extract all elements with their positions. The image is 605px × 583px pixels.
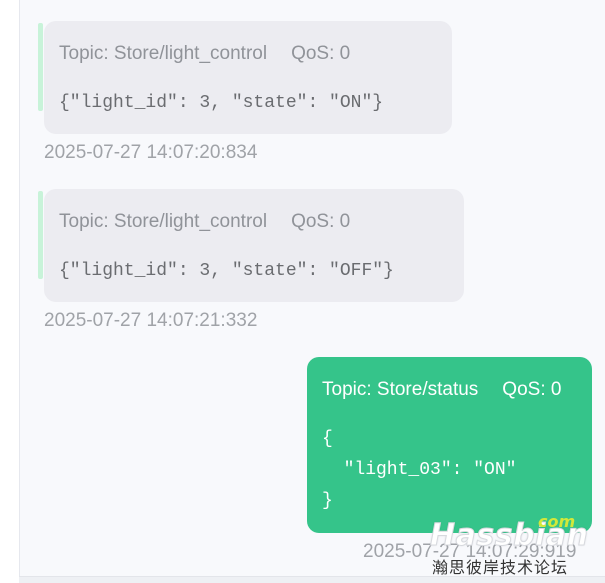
message-payload: { "light_03": "ON" }	[322, 429, 517, 511]
message-topic: Topic: Store/light_control	[59, 43, 268, 64]
message-bubble-received: Topic: Store/light_control QoS: 0 {"light…	[38, 189, 464, 302]
forum-watermark: Hassbian com 瀚思彼岸技术论坛	[428, 512, 588, 578]
watermark-subtitle: 瀚思彼岸技术论坛	[432, 558, 569, 577]
message-qos: QoS: 0	[291, 211, 351, 232]
message-timestamp: 2025-07-27 14:07:21:332	[44, 310, 258, 331]
message-meta: Topic: Store/light_control QoS: 0	[59, 211, 350, 233]
bottom-divider	[19, 576, 605, 583]
message-bubble-sent: Topic: Store/status QoS: 0 { "light_03": …	[307, 357, 592, 533]
message-qos: QoS: 0	[291, 43, 351, 64]
message-timestamp: 2025-07-27 14:07:20:834	[44, 142, 258, 163]
message-payload: {"light_id": 3, "state": "OFF"}	[59, 261, 394, 281]
message-meta: Topic: Store/light_control QoS: 0	[59, 43, 350, 65]
watermark-domain: com	[538, 512, 576, 531]
message-qos: QoS: 0	[502, 379, 562, 400]
message-topic: Topic: Store/light_control	[59, 211, 268, 232]
message-bubble-received: Topic: Store/light_control QoS: 0 {"light…	[38, 21, 452, 134]
message-meta: Topic: Store/status QoS: 0	[322, 379, 561, 401]
message-payload: {"light_id": 3, "state": "ON"}	[59, 93, 384, 113]
message-topic: Topic: Store/status	[322, 379, 479, 400]
